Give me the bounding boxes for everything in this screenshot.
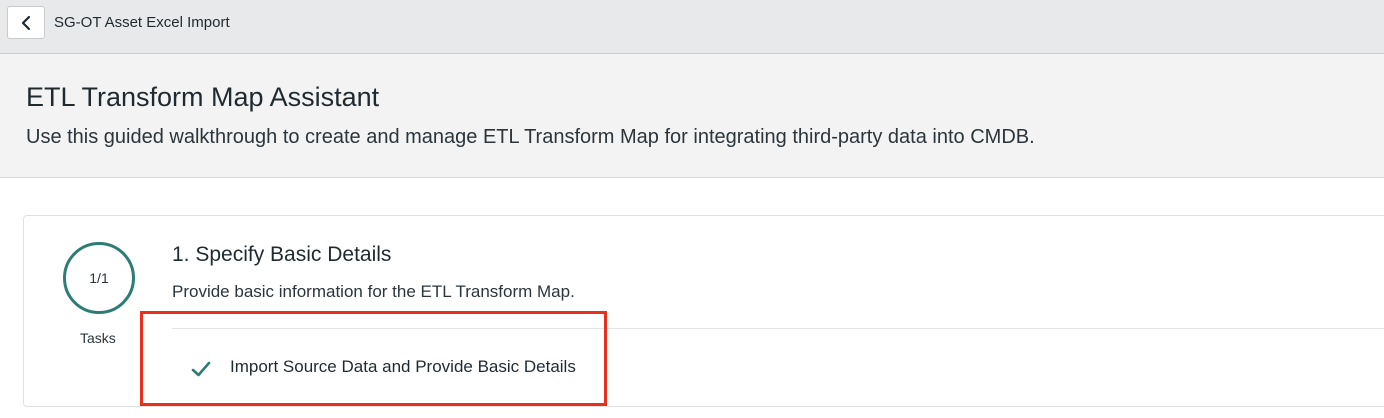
page-subtitle: Use this guided walkthrough to create an… [26,126,1035,148]
tasks-label: Tasks [80,330,116,346]
top-bar: SG-OT Asset Excel Import [0,0,1384,54]
page-header: ETL Transform Map Assistant Use this gui… [0,54,1384,178]
step-card: 1/1 Tasks 1. Specify Basic Details Provi… [23,215,1384,407]
record-title: SG-OT Asset Excel Import [54,14,230,31]
task-label[interactable]: Import Source Data and Provide Basic Det… [230,357,576,377]
task-progress-ring: 1/1 [63,242,135,314]
back-button[interactable] [7,6,45,39]
chevron-left-icon [20,15,32,31]
checkmark-icon [190,358,212,380]
step-description: Provide basic information for the ETL Tr… [172,282,575,301]
task-progress-text: 1/1 [89,270,109,286]
step-title[interactable]: 1. Specify Basic Details [172,243,391,267]
task-item[interactable]: Import Source Data and Provide Basic Det… [172,329,1384,407]
page-title: ETL Transform Map Assistant [26,82,380,112]
